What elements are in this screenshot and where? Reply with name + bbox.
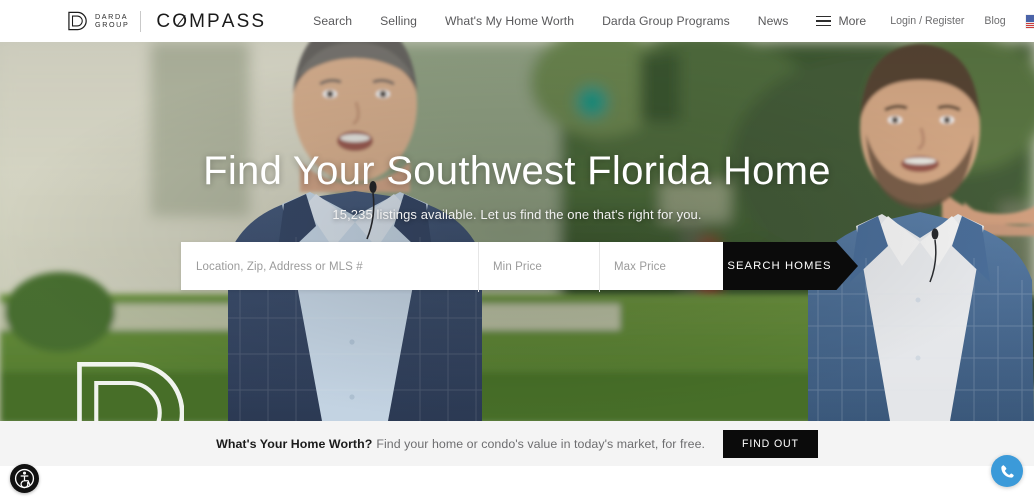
site-header: DARDA GROUP COMPASS Search Selling What'… [0, 0, 1034, 42]
search-location-input[interactable] [181, 242, 478, 292]
hero-content: Find Your Southwest Florida Home 15,235 … [0, 149, 1034, 223]
nav-more-label: More [838, 14, 867, 28]
accessibility-wheelchair-icon [14, 468, 35, 489]
hero-title: Find Your Southwest Florida Home [203, 149, 831, 193]
nav-item-whats-my-home-worth[interactable]: What's My Home Worth [431, 14, 588, 28]
search-min-price-input[interactable] [478, 242, 599, 292]
hero-subtitle: 15,235 listings available. Let us find t… [332, 207, 702, 223]
brand-line-2: GROUP [95, 20, 130, 29]
home-valuation-cta-bar: What's Your Home Worth? Find your home o… [0, 421, 1034, 466]
cta-headline: What's Your Home Worth? [216, 436, 373, 451]
us-flag-icon [1025, 14, 1034, 28]
hamburger-icon [816, 15, 832, 27]
search-max-price-input[interactable] [599, 242, 723, 292]
brand-divider [140, 10, 142, 32]
darda-d-watermark-icon [72, 355, 184, 421]
accessibility-widget-button[interactable] [10, 464, 39, 493]
nav-item-news[interactable]: News [744, 14, 803, 28]
search-homes-button-label: SEARCH HOMES [727, 260, 832, 272]
brand-compass-text: COMPASS [156, 10, 267, 32]
hero-section: Find Your Southwest Florida Home 15,235 … [0, 42, 1034, 421]
page-body-area [0, 466, 1034, 500]
darda-d-monogram-icon [66, 10, 88, 32]
search-homes-button[interactable]: SEARCH HOMES [723, 242, 858, 290]
cta-description: Find your home or condo's value in today… [376, 436, 706, 451]
nav-item-selling[interactable]: Selling [366, 14, 431, 28]
language-selector[interactable] [1016, 14, 1034, 28]
find-out-button[interactable]: FIND OUT [723, 429, 818, 458]
phone-icon [999, 463, 1016, 480]
hero-search-bar [181, 242, 723, 292]
nav-item-search[interactable]: Search [299, 14, 366, 28]
nav-more-button[interactable]: More [802, 14, 880, 28]
nav-item-darda-group-programs[interactable]: Darda Group Programs [588, 14, 744, 28]
call-widget-button[interactable] [991, 455, 1023, 487]
blog-link[interactable]: Blog [974, 15, 1015, 27]
login-register-link[interactable]: Login / Register [880, 15, 974, 27]
brand-darda-group-text: DARDA GROUP [95, 13, 129, 29]
page-root: DARDA GROUP COMPASS Search Selling What'… [0, 0, 1034, 500]
header-utility-nav: Login / Register Blog [880, 14, 1034, 28]
primary-nav: Search Selling What's My Home Worth Dard… [299, 14, 880, 28]
brand-logo[interactable]: DARDA GROUP COMPASS [66, 10, 266, 32]
